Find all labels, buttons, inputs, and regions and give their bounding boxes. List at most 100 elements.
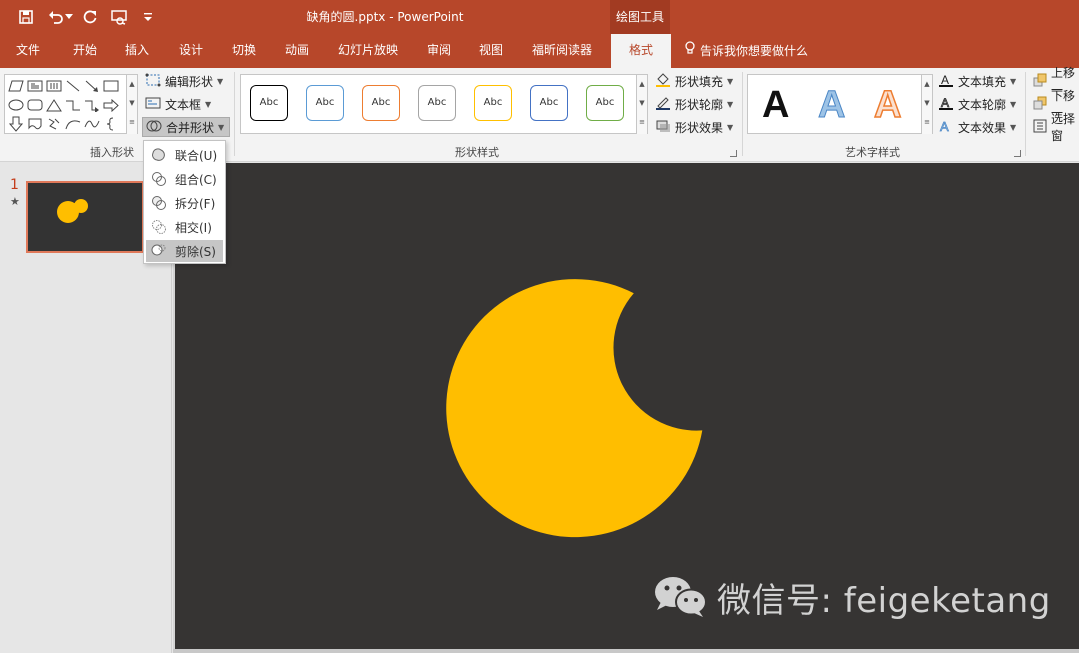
line-shape-icon[interactable] [64,77,82,95]
tab-format[interactable]: 格式 [611,34,671,68]
textbox-shape-icon[interactable] [26,77,44,95]
parallelogram-shape-icon[interactable] [7,77,25,95]
fragment-icon [151,195,167,211]
slide-canvas[interactable]: 微信号: feigeketang [175,163,1079,650]
down-arrow-shape-icon[interactable] [7,115,25,133]
arc-shape-icon[interactable] [64,115,82,133]
tab-review[interactable]: 审阅 [416,34,462,68]
tab-foxit-reader[interactable]: 福昕阅读器 [522,34,602,68]
chevron-down-icon: ▼ [218,122,225,132]
text-box-button[interactable]: 文本框 ▼ [142,94,214,114]
text-outline-button[interactable]: A 文本轮廓 ▼ [935,94,1019,114]
menu-item-fragment[interactable]: 拆分(F) [146,192,223,214]
tell-me-box[interactable]: 告诉我你想要做什么 [684,34,808,68]
menu-item-combine[interactable]: 组合(C) [146,168,223,190]
shape-effects-label: 形状效果 [675,120,724,135]
wechat-watermark: 微信号: feigeketang [653,573,1051,622]
freeform-shape-icon[interactable] [45,115,63,133]
chevron-down-icon: ▼ [727,122,734,132]
gallery-more-icon[interactable]: ≡ [636,113,647,134]
triangle-shape-icon[interactable] [45,96,63,114]
edit-shape-button[interactable]: 编辑形状 ▼ [142,71,226,91]
text-fill-button[interactable]: A 文本填充 ▼ [935,71,1019,91]
lightbulb-icon [684,34,696,68]
shape-style-4[interactable]: Abc [418,85,456,121]
menu-item-label: 联合(U) [175,148,218,163]
bring-forward-icon [1033,73,1047,90]
arrow-line-shape-icon[interactable] [83,77,101,95]
shape-effects-button[interactable]: 形状效果 ▼ [652,117,736,137]
shape-style-5[interactable]: Abc [474,85,512,121]
chevron-down-icon: ▼ [205,99,212,109]
gallery-scroll-down-icon[interactable]: ▼ [921,94,932,113]
shape-style-3[interactable]: Abc [362,85,400,121]
tab-slideshow[interactable]: 幻灯片放映 [328,34,408,68]
shape-outline-button[interactable]: 形状轮廓 ▼ [652,94,736,114]
wordart-group-label: 艺术字样式 [845,146,900,159]
tab-insert[interactable]: 插入 [114,34,160,68]
tab-design[interactable]: 设计 [168,34,214,68]
animation-star-icon: ★ [10,195,20,208]
shape-styles-gallery[interactable]: Abc Abc Abc Abc Abc Abc Abc ▲ ▼ ≡ [240,74,648,134]
curve-shape-icon[interactable] [83,115,101,133]
union-icon [151,147,167,163]
gallery-scroll-down-icon[interactable]: ▼ [636,94,647,113]
oval-shape-icon[interactable] [7,96,25,114]
brace-shape-icon[interactable] [102,115,120,133]
tab-file[interactable]: 文件 [4,34,52,68]
rounded-rectangle-shape-icon[interactable] [26,96,44,114]
dialog-launcher-icon[interactable] [730,150,737,157]
gallery-scroll-up-icon[interactable]: ▲ [126,75,137,94]
wordart-style-blue[interactable]: A [817,83,845,127]
selection-pane-button[interactable]: 选择窗 [1030,112,1079,143]
gallery-scroll-down-icon[interactable]: ▼ [126,94,137,113]
shape-style-6[interactable]: Abc [530,85,568,121]
tab-animations[interactable]: 动画 [274,34,320,68]
shape-style-2[interactable]: Abc [306,85,344,121]
elbow-arrow-connector-shape-icon[interactable] [83,96,101,114]
gallery-more-icon[interactable]: ≡ [126,113,137,134]
merge-shapes-button[interactable]: 合并形状 ▼ [142,117,230,137]
group-divider [742,72,743,156]
text-box-icon [145,96,161,113]
gallery-more-icon[interactable]: ≡ [921,113,932,134]
title-bar: 缺角的圆.pptx - PowerPoint 绘图工具 [0,0,1079,34]
drawing-tools-context-label: 绘图工具 [610,0,670,34]
group-divider [1025,72,1026,156]
shape-style-1[interactable]: Abc [250,85,288,121]
send-backward-icon [1033,96,1047,113]
shape-outline-label: 形状轮廓 [675,97,724,112]
right-arrow-shape-icon[interactable] [102,96,120,114]
shape-styles-group-label: 形状样式 [455,146,499,159]
gallery-scroll-up-icon[interactable]: ▲ [636,75,647,94]
menu-item-union[interactable]: 联合(U) [146,144,223,166]
insert-shapes-group-label: 插入形状 [90,146,134,159]
merge-shapes-menu: 联合(U) 组合(C) 拆分(F) 相交(I) 剪除(S) [143,140,226,264]
slide-thumbnail[interactable] [26,181,144,253]
shape-style-7[interactable]: Abc [586,85,624,121]
shape-fill-button[interactable]: 形状填充 ▼ [652,71,736,91]
menu-item-intersect[interactable]: 相交(I) [146,216,223,238]
menu-item-subtract[interactable]: 剪除(S) [146,240,223,262]
wordart-gallery[interactable]: A A A ▲ ▼ ≡ [747,74,933,134]
wordart-style-black[interactable]: A [762,83,789,127]
tab-home[interactable]: 开始 [62,34,108,68]
text-fill-icon: A [938,73,954,90]
tab-transitions[interactable]: 切换 [221,34,267,68]
rectangle-shape-icon[interactable] [102,77,120,95]
flowchart-shape-icon[interactable] [26,115,44,133]
combine-icon [151,171,167,187]
tab-view[interactable]: 视图 [468,34,514,68]
shapes-gallery[interactable]: ▲ ▼ ≡ [4,74,138,134]
wechat-icon [653,574,707,621]
text-effects-button[interactable]: A 文本效果 ▼ [935,117,1019,137]
merge-shapes-icon [146,119,162,136]
horizontal-scrollbar[interactable] [173,649,1079,653]
dialog-launcher-icon[interactable] [1014,150,1021,157]
elbow-connector-shape-icon[interactable] [64,96,82,114]
wordart-style-orange[interactable]: A [873,83,902,127]
menu-item-label: 剪除(S) [175,244,216,259]
vertical-textbox-shape-icon[interactable] [45,77,63,95]
chevron-down-icon: ▼ [217,76,224,86]
gallery-scroll-up-icon[interactable]: ▲ [921,75,932,94]
